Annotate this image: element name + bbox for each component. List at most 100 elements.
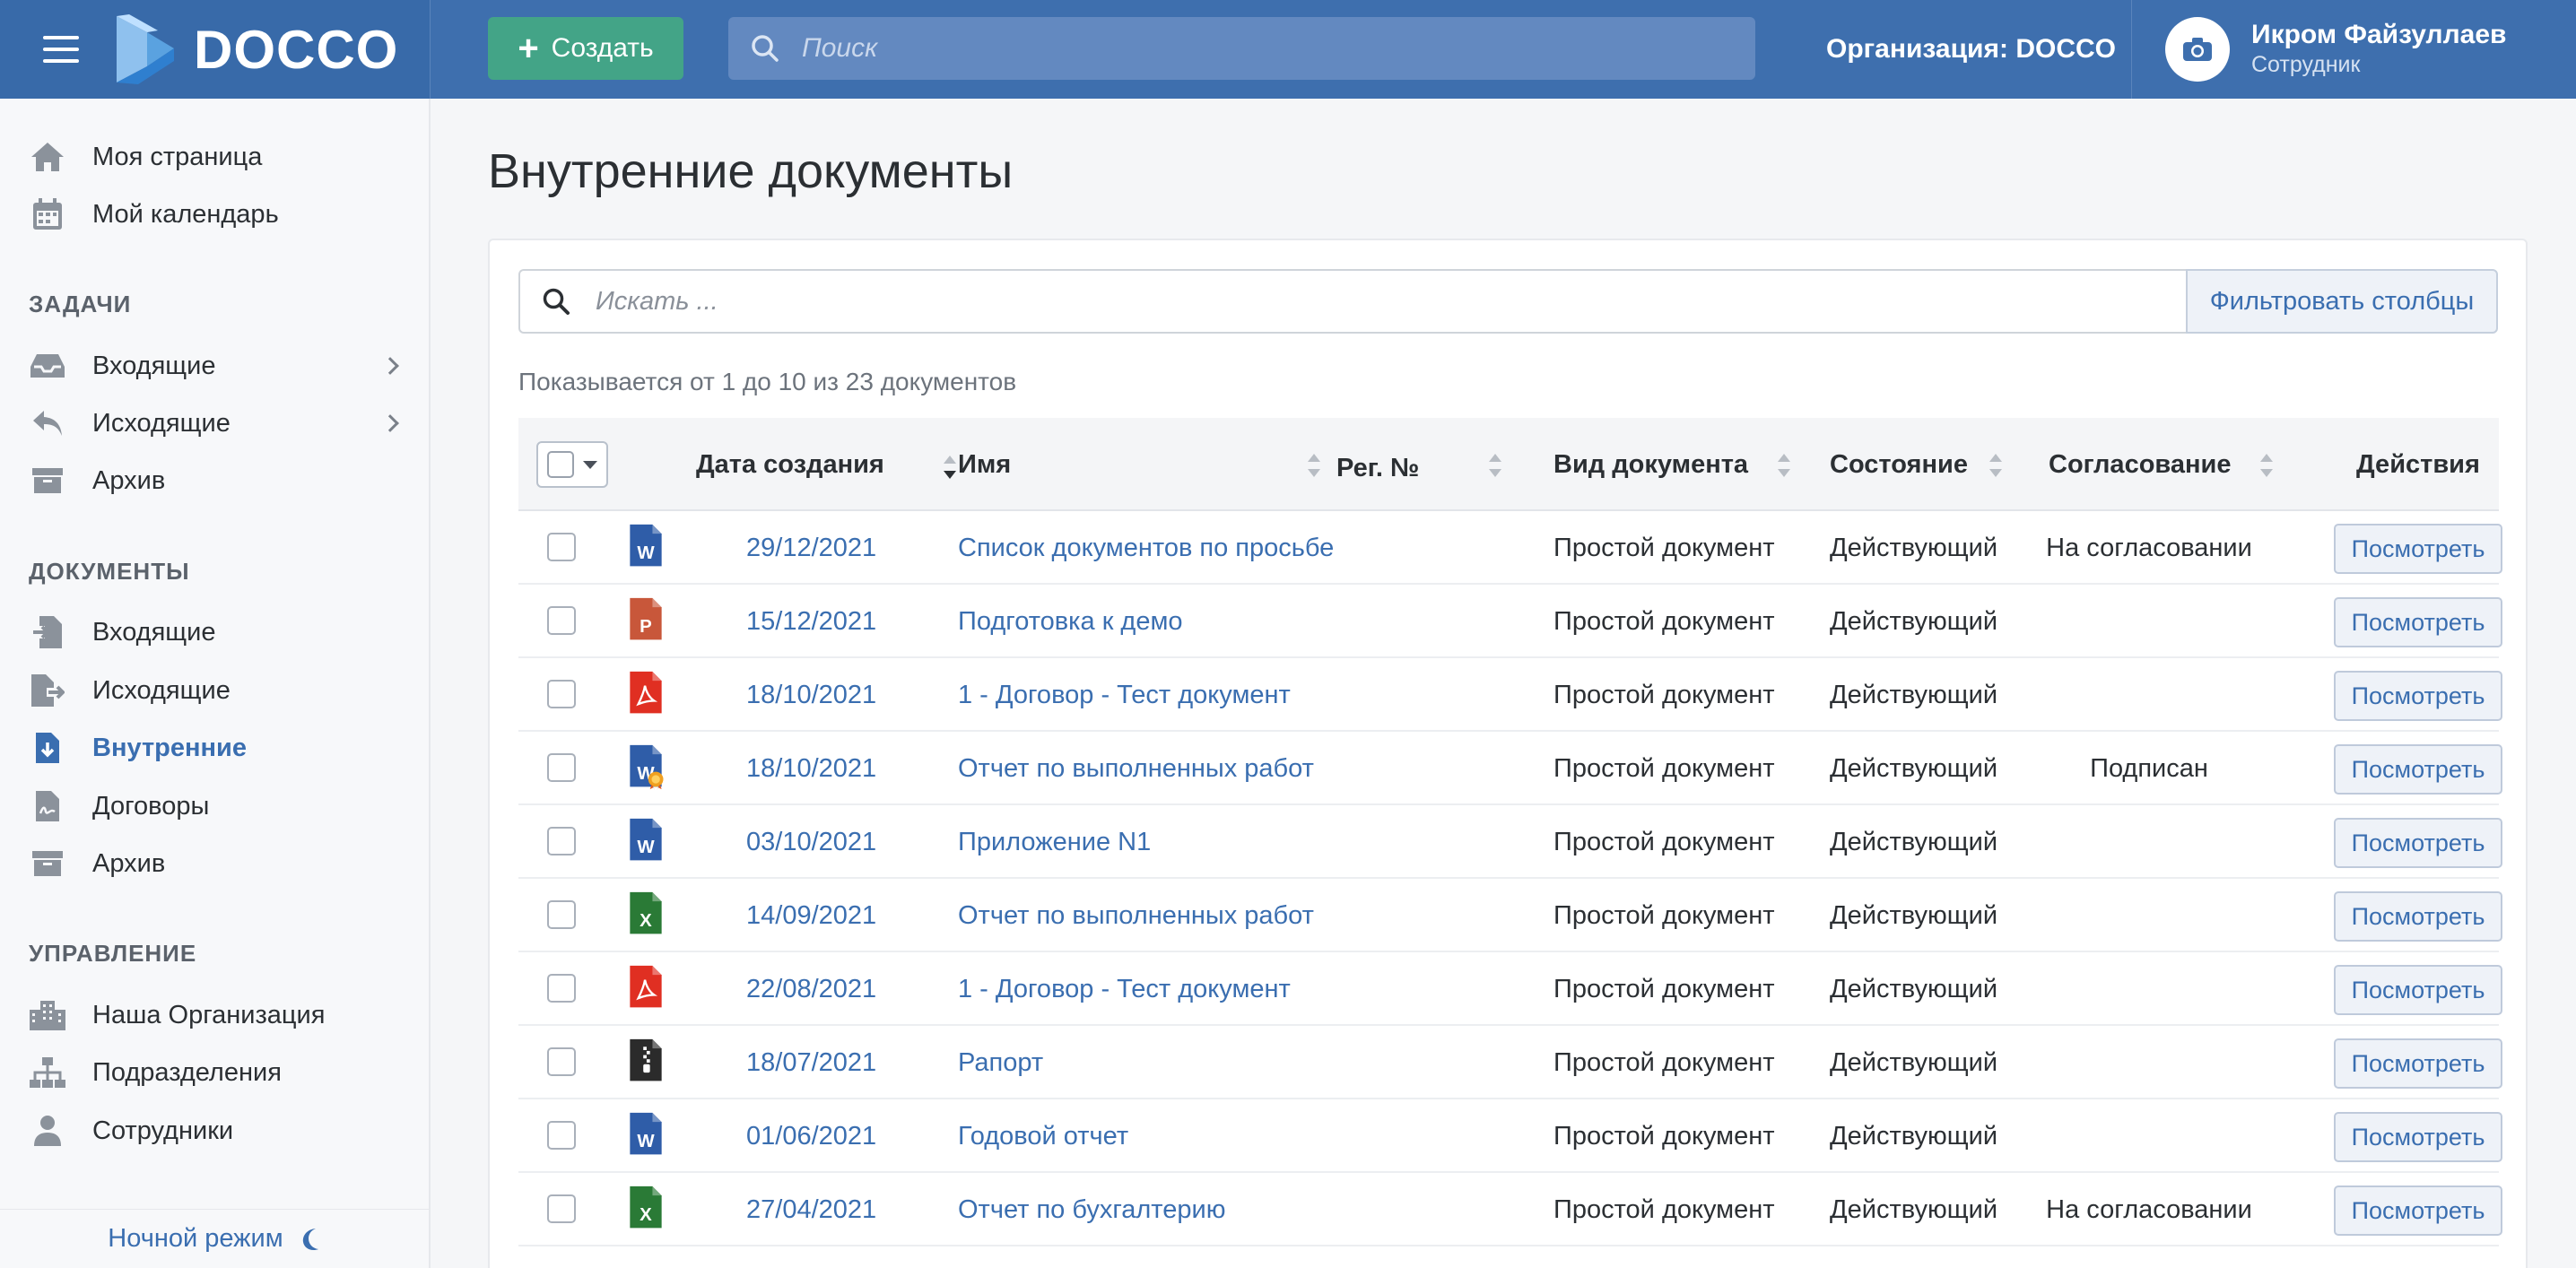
table-row[interactable]: 22/08/2021 1 - Договор - Тест документ Про… <box>518 952 2502 1026</box>
row-checkbox[interactable] <box>547 680 576 708</box>
column-state[interactable]: Состояние <box>1830 418 1968 511</box>
sidebar-item-docs-outgoing[interactable]: Исходящие <box>0 664 429 717</box>
row-date-link[interactable]: 18/10/2021 <box>746 658 876 732</box>
table-row[interactable]: W 03/10/2021 Приложение N1 Простой документ… <box>518 805 2502 879</box>
row-state: Действующий <box>1830 681 1998 709</box>
sidebar-item-employees[interactable]: Сотрудники <box>0 1105 429 1157</box>
sort-icon[interactable] <box>1989 454 2002 477</box>
sidebar-item-docs-incoming[interactable]: Входящие <box>0 606 429 658</box>
view-button[interactable]: Посмотреть <box>2334 1185 2502 1236</box>
row-date-link[interactable]: 01/06/2021 <box>746 1099 876 1173</box>
user-name[interactable]: Икром Файзуллаев <box>2251 20 2506 50</box>
column-name[interactable]: Имя <box>958 418 1011 511</box>
row-date-link[interactable]: 14/09/2021 <box>746 879 876 952</box>
word-file-icon: W <box>630 524 662 567</box>
column-approval[interactable]: Согласование <box>2049 418 2231 511</box>
row-name-link[interactable]: Годовой отчет <box>958 1099 1128 1173</box>
row-checkbox[interactable] <box>547 1194 576 1223</box>
table-row[interactable]: P 15/12/2021 Подготовка к демо Простой доку… <box>518 585 2502 658</box>
organization-label[interactable]: Организация: DOCCO <box>1826 0 2116 99</box>
filter-columns-button[interactable]: Фильтровать столбцы <box>2186 269 2498 334</box>
document-search-input[interactable] <box>596 286 2120 317</box>
file-export-icon <box>29 673 66 708</box>
row-state: Действующий <box>1830 607 1998 636</box>
sidebar-item-organization[interactable]: Наша Организация <box>0 989 429 1041</box>
select-all-checkbox[interactable] <box>547 451 574 478</box>
table-row[interactable]: X 14/09/2021 Отчет по выполненных работ Про… <box>518 879 2502 952</box>
select-all-dropdown[interactable] <box>536 441 608 488</box>
documents-card: Фильтровать столбцы Показывается от 1 до… <box>488 239 2528 1268</box>
view-button[interactable]: Посмотреть <box>2334 965 2502 1015</box>
sidebar-item-tasks-outgoing[interactable]: Исходящие <box>0 397 429 449</box>
view-button[interactable]: Посмотреть <box>2334 524 2502 574</box>
sidebar-item-docs-contracts[interactable]: Договоры <box>0 780 429 832</box>
row-date-link[interactable]: 22/08/2021 <box>746 952 876 1026</box>
table-row[interactable]: W 18/10/2021 Отчет по выполненных работ Про… <box>518 732 2502 805</box>
create-button[interactable]: + Создать <box>488 17 683 80</box>
table-row[interactable]: W 01/06/2021 Годовой отчет Простой документ… <box>518 1099 2502 1173</box>
view-button[interactable]: Посмотреть <box>2334 744 2502 795</box>
row-checkbox[interactable] <box>547 1047 576 1076</box>
view-button[interactable]: Посмотреть <box>2334 671 2502 721</box>
sidebar-item-my-calendar[interactable]: Мой календарь <box>0 188 429 240</box>
column-actions-label: Действия <box>2356 449 2480 479</box>
row-checkbox[interactable] <box>547 974 576 1003</box>
view-button[interactable]: Посмотреть <box>2334 1112 2502 1162</box>
row-name-link[interactable]: 1 - Договор - Тест документ <box>958 952 1291 1026</box>
sidebar-item-docs-archive[interactable]: Архив <box>0 838 429 890</box>
row-date-link[interactable]: 29/12/2021 <box>746 511 876 585</box>
row-checkbox[interactable] <box>547 533 576 561</box>
sort-icon[interactable] <box>1308 454 1320 477</box>
row-name-link[interactable]: Отчет по бухгалтерию <box>958 1173 1225 1246</box>
row-name-link[interactable]: Рапорт <box>958 1026 1043 1099</box>
table-row[interactable]: 18/10/2021 1 - Договор - Тест документ Про… <box>518 658 2502 732</box>
row-date-link[interactable]: 15/12/2021 <box>746 585 876 658</box>
column-doc-kind[interactable]: Вид документа <box>1553 418 1748 511</box>
create-button-label: Создать <box>551 33 654 63</box>
table-row[interactable]: 18/07/2021 Рапорт Простой документ Действую… <box>518 1026 2502 1099</box>
sidebar-item-my-page[interactable]: Моя страница <box>0 131 429 183</box>
global-search-input[interactable] <box>802 33 1699 64</box>
column-name-label: Имя <box>958 449 1012 479</box>
page-title: Внутренние документы <box>488 144 1014 198</box>
sidebar-item-docs-internal[interactable]: Внутренние <box>0 722 429 774</box>
row-date-link[interactable]: 27/04/2021 <box>746 1173 876 1246</box>
hamburger-menu-icon[interactable] <box>43 36 79 63</box>
sort-icon[interactable] <box>944 456 956 479</box>
logo[interactable]: DOCCO <box>111 14 398 84</box>
document-search[interactable] <box>518 269 2187 334</box>
table-row[interactable]: X 27/04/2021 Отчет по бухгалтерию Простой д… <box>518 1173 2502 1246</box>
night-mode-toggle[interactable]: Ночной режим <box>0 1209 429 1268</box>
row-checkbox[interactable] <box>547 1121 576 1150</box>
sidebar-item-tasks-incoming[interactable]: Входящие <box>0 340 429 392</box>
column-date[interactable]: Дата создания <box>696 418 884 511</box>
row-name-link[interactable]: 1 - Договор - Тест документ <box>958 658 1291 732</box>
row-checkbox[interactable] <box>547 606 576 635</box>
row-date-link[interactable]: 18/10/2021 <box>746 732 876 805</box>
row-checkbox[interactable] <box>547 900 576 929</box>
view-button[interactable]: Посмотреть <box>2334 597 2502 647</box>
global-search[interactable] <box>728 17 1755 80</box>
row-checkbox[interactable] <box>547 753 576 782</box>
row-name-link[interactable]: Список документов по просьбе <box>958 511 1334 585</box>
row-date-link[interactable]: 03/10/2021 <box>746 805 876 879</box>
avatar[interactable] <box>2165 17 2230 82</box>
row-date-link[interactable]: 18/07/2021 <box>746 1026 876 1099</box>
row-name-link[interactable]: Отчет по выполненных работ <box>958 732 1314 805</box>
sort-icon[interactable] <box>2260 454 2273 477</box>
table-row[interactable]: W 29/12/2021 Список документов по просьбе П… <box>518 511 2502 585</box>
row-name-link[interactable]: Подготовка к демо <box>958 585 1183 658</box>
view-button[interactable]: Посмотреть <box>2334 818 2502 868</box>
row-name-link[interactable]: Приложение N1 <box>958 805 1151 879</box>
sidebar-item-departments[interactable]: Подразделения <box>0 1047 429 1099</box>
sort-icon[interactable] <box>1489 454 1501 477</box>
view-button[interactable]: Посмотреть <box>2334 1038 2502 1089</box>
row-doc-kind: Простой документ <box>1553 754 1775 783</box>
sort-icon[interactable] <box>1778 454 1790 477</box>
row-name-link[interactable]: Отчет по выполненных работ <box>958 879 1314 952</box>
view-button[interactable]: Посмотреть <box>2334 891 2502 942</box>
column-reg-number[interactable]: Рег. № <box>1336 421 1419 515</box>
row-checkbox[interactable] <box>547 827 576 855</box>
word-signed-file-icon: W <box>630 744 664 791</box>
sidebar-item-tasks-archive[interactable]: Архив <box>0 455 429 507</box>
